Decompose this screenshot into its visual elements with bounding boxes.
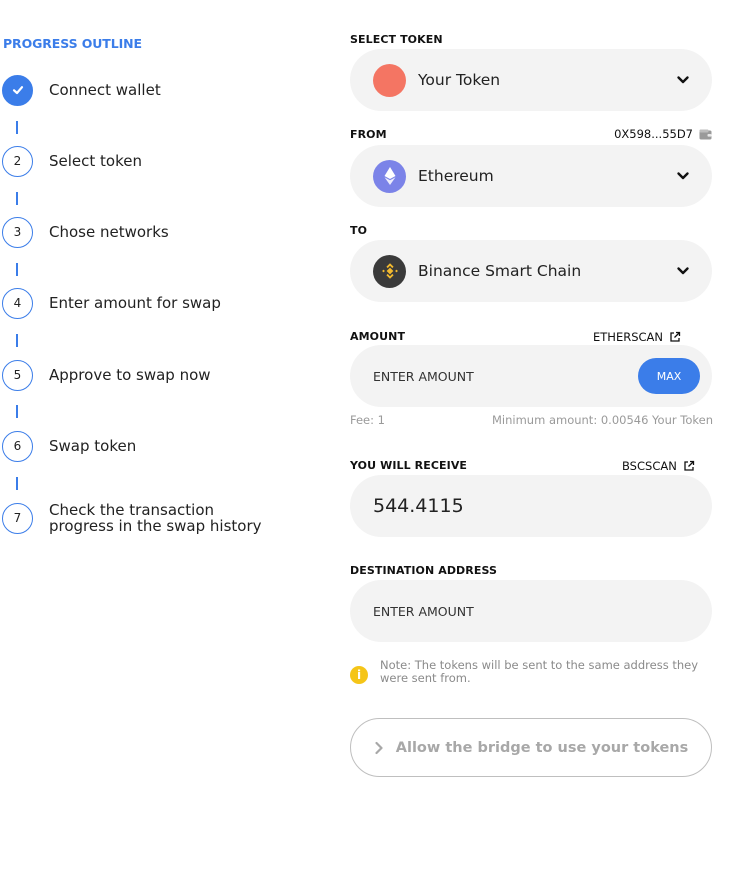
progress-step-7: 7 Check the transaction progress in the …: [2, 502, 264, 534]
chevron-down-icon: [677, 172, 689, 180]
step-connector: [16, 263, 18, 276]
external-link-icon: [684, 460, 694, 471]
step-number: 5: [2, 359, 33, 391]
step-number: 2: [2, 145, 33, 177]
step-label: Enter amount for swap: [49, 294, 221, 312]
fee-text: Fee: 1: [350, 413, 385, 427]
allow-bridge-label: Allow the bridge to use your tokens: [395, 739, 689, 756]
destination-input[interactable]: ENTER AMOUNT: [350, 580, 712, 642]
select-token-label: SELECT TOKEN: [350, 33, 443, 46]
from-label: FROM: [350, 128, 387, 141]
note-text: Note: The tokens will be sent to the sam…: [380, 658, 699, 685]
step-number: 3: [2, 216, 33, 248]
receive-label: YOU WILL RECEIVE: [350, 459, 468, 472]
step-label: Chose networks: [49, 223, 169, 241]
allow-bridge-button[interactable]: Allow the bridge to use your tokens: [350, 718, 712, 777]
binance-icon: [373, 254, 406, 288]
progress-step-2: 2 Select token: [2, 145, 142, 177]
token-icon: [373, 63, 406, 97]
amount-placeholder: ENTER AMOUNT: [373, 368, 474, 384]
external-link-icon: [670, 331, 681, 342]
token-select[interactable]: Your Token: [350, 49, 712, 111]
step-label: Swap token: [49, 437, 137, 455]
from-network-value: Ethereum: [418, 167, 494, 185]
to-label: TO: [350, 224, 368, 237]
to-network-value: Binance Smart Chain: [418, 262, 582, 280]
bscscan-link[interactable]: BSCSCAN: [622, 459, 695, 473]
progress-step-5: 5 Approve to swap now: [2, 359, 211, 391]
etherscan-link[interactable]: ETHERSCAN: [593, 330, 681, 344]
from-network-select[interactable]: Ethereum: [350, 145, 712, 207]
amount-label: AMOUNT: [350, 330, 406, 343]
wallet-address-text: 0X598...55D7: [614, 127, 693, 141]
progress-outline-title: PROGRESS OUTLINE: [3, 36, 142, 51]
step-label: Check the transaction progress in the sw…: [49, 501, 262, 535]
receive-output: 544.4115: [350, 475, 712, 537]
to-network-select[interactable]: Binance Smart Chain: [350, 240, 712, 302]
max-button[interactable]: MAX: [638, 358, 700, 394]
chevron-right-icon: [375, 741, 383, 754]
chevron-down-icon: [677, 267, 689, 275]
chevron-down-icon: [677, 76, 689, 84]
ethereum-icon: [373, 159, 406, 193]
step-number: 7: [2, 502, 33, 534]
step-connector: [16, 192, 18, 205]
step-connector: [16, 121, 18, 134]
step-label: Approve to swap now: [49, 366, 211, 384]
destination-label: DESTINATION ADDRESS: [350, 564, 498, 577]
check-icon: [2, 74, 33, 106]
step-connector: [16, 334, 18, 347]
info-icon: i: [350, 666, 368, 684]
destination-placeholder: ENTER AMOUNT: [373, 603, 474, 619]
wallet-icon: [699, 129, 712, 139]
progress-step-4: 4 Enter amount for swap: [2, 287, 221, 319]
progress-step-3: 3 Chose networks: [2, 216, 169, 248]
step-connector: [16, 405, 18, 418]
step-number: 6: [2, 430, 33, 462]
step-label: Connect wallet: [49, 81, 161, 99]
etherscan-link-text: ETHERSCAN: [593, 330, 663, 344]
progress-step-6: 6 Swap token: [2, 430, 136, 462]
minimum-amount-text: Minimum amount: 0.00546 Your Token: [492, 413, 713, 427]
step-label: Select token: [49, 152, 142, 170]
amount-input[interactable]: ENTER AMOUNT MAX: [350, 345, 712, 407]
wallet-address[interactable]: 0X598...55D7: [614, 127, 712, 141]
progress-step-1: Connect wallet: [2, 74, 161, 106]
receive-value: 544.4115: [373, 495, 464, 517]
token-select-value: Your Token: [418, 71, 501, 89]
step-connector: [16, 477, 18, 490]
step-number: 4: [2, 287, 33, 319]
bscscan-link-text: BSCSCAN: [622, 459, 677, 473]
